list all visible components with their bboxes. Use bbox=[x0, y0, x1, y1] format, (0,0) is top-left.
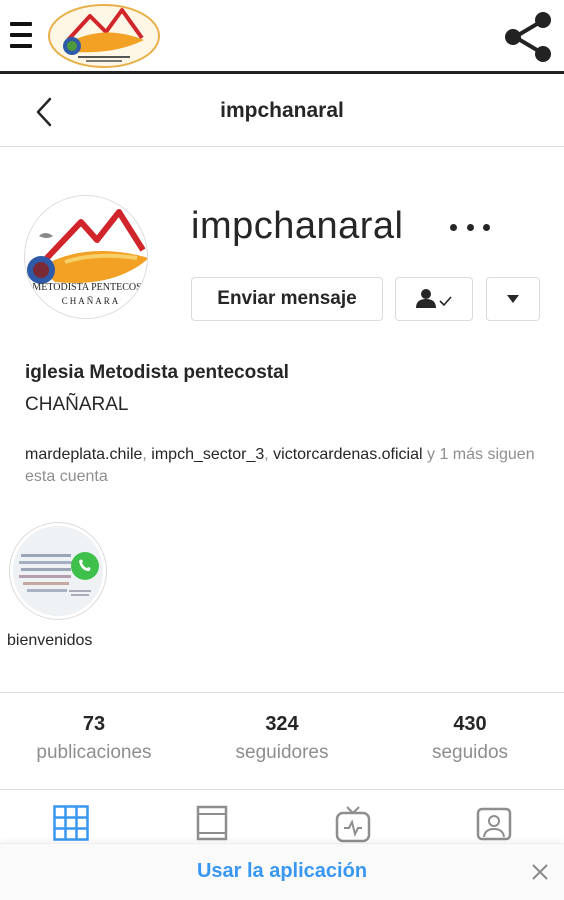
whatsapp-icon bbox=[71, 552, 99, 580]
tab-igtv[interactable] bbox=[282, 791, 423, 851]
use-app-banner: Usar la aplicación bbox=[0, 843, 564, 900]
send-message-button[interactable]: Enviar mensaje bbox=[191, 277, 383, 321]
bio-name: iglesia Metodista pentecostal bbox=[25, 362, 289, 383]
suggested-dropdown-button[interactable] bbox=[486, 277, 540, 321]
following-check-icon bbox=[416, 289, 452, 308]
stat-value: 73 bbox=[82, 713, 106, 735]
stat-value: 324 bbox=[265, 713, 299, 735]
stat-posts[interactable]: 73 publicaciones bbox=[0, 693, 188, 789]
bio-text: CHAÑARAL bbox=[25, 394, 129, 415]
tagged-icon bbox=[476, 807, 511, 841]
followed-by-separator: , bbox=[264, 446, 274, 463]
followed-by-separator: , bbox=[142, 446, 152, 463]
profile-header: impchanaral bbox=[0, 77, 564, 147]
highlight-ring bbox=[9, 522, 107, 620]
avatar-text-line1: METODISTA PENTECOS bbox=[32, 282, 141, 293]
dropdown-triangle-icon bbox=[507, 295, 519, 303]
tab-grid[interactable] bbox=[0, 791, 141, 851]
igtv-icon bbox=[335, 806, 370, 843]
hamburger-menu-icon[interactable] bbox=[10, 22, 32, 48]
avatar-text-line2: CHAÑARA bbox=[62, 296, 121, 306]
highlight-thumbnail bbox=[13, 526, 103, 616]
profile-username: impchanaral bbox=[191, 205, 404, 247]
profile-stats: 73 publicaciones 324 seguidores 430 segu… bbox=[0, 692, 564, 790]
follower-link[interactable]: victorcardenas.oficial bbox=[273, 446, 422, 463]
following-button[interactable] bbox=[395, 277, 473, 321]
close-icon[interactable] bbox=[528, 860, 552, 884]
stat-label: seguidos bbox=[431, 742, 509, 763]
stat-label: seguidores bbox=[235, 742, 329, 763]
church-logo[interactable] bbox=[46, 2, 162, 70]
app-bar bbox=[0, 0, 564, 74]
story-highlight[interactable]: bienvenidos bbox=[7, 522, 107, 650]
stat-label: publicaciones bbox=[36, 742, 152, 763]
followed-by-text: mardeplata.chile, impch_sector_3, victor… bbox=[25, 444, 545, 488]
share-icon[interactable] bbox=[500, 8, 558, 66]
profile-avatar[interactable]: METODISTA PENTECOS CHAÑARA bbox=[24, 195, 148, 319]
more-options-icon[interactable] bbox=[450, 214, 490, 240]
stat-followers[interactable]: 324 seguidores bbox=[188, 693, 376, 789]
tab-tagged[interactable] bbox=[423, 791, 564, 851]
highlight-label: bienvenidos bbox=[7, 632, 93, 649]
feed-icon bbox=[196, 805, 227, 841]
follower-link[interactable]: impch_sector_3 bbox=[151, 446, 264, 463]
content-tabs bbox=[0, 791, 564, 851]
use-app-link[interactable]: Usar la aplicación bbox=[0, 860, 564, 883]
tab-feed[interactable] bbox=[141, 791, 282, 851]
grid-icon bbox=[52, 805, 89, 841]
stat-following[interactable]: 430 seguidos bbox=[376, 693, 564, 789]
page-title: impchanaral bbox=[220, 99, 344, 122]
stat-value: 430 bbox=[453, 713, 487, 735]
follower-link[interactable]: mardeplata.chile bbox=[25, 446, 142, 463]
